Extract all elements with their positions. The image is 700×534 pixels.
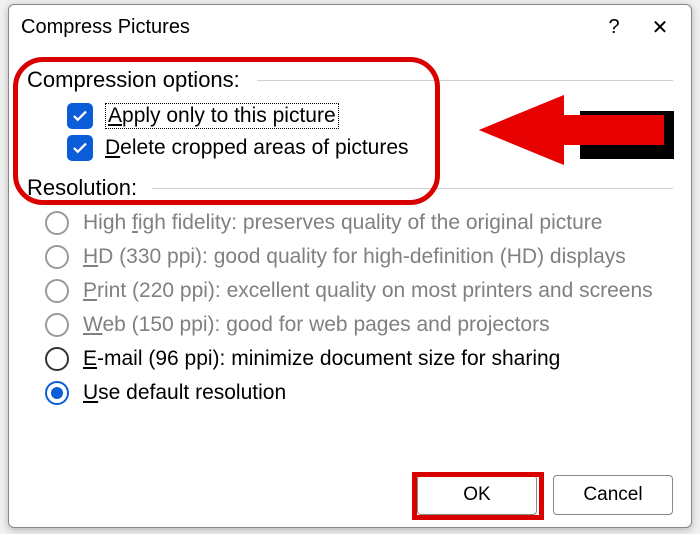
resolution-radio-4[interactable] [45, 347, 69, 371]
resolution-option-3: Web (150 ppi): good for web pages and pr… [45, 313, 673, 337]
resolution-option-4[interactable]: E-mail (96 ppi): minimize document size … [45, 347, 673, 371]
resolution-option-label: HD (330 ppi): good quality for high-defi… [83, 245, 626, 269]
checkmark-icon [71, 139, 89, 157]
apply-only-checkbox[interactable] [67, 103, 93, 129]
checkmark-icon [71, 107, 89, 125]
resolution-radio-0 [45, 211, 69, 235]
resolution-option-label: Use default resolution [83, 381, 286, 405]
resolution-option-0: High figh fidelity: preserves quality of… [45, 211, 673, 235]
delete-cropped-checkbox[interactable] [67, 135, 93, 161]
dialog-title: Compress Pictures [21, 16, 591, 39]
dialog-content: Compression options: Apply only to this … [9, 49, 691, 467]
resolution-option-5[interactable]: Use default resolution [45, 381, 673, 405]
delete-cropped-row[interactable]: Delete cropped areas of pictures [67, 135, 673, 161]
resolution-option-label: Print (220 ppi): excellent quality on mo… [83, 279, 653, 303]
resolution-option-label: Web (150 ppi): good for web pages and pr… [83, 313, 550, 337]
resolution-option-label: E-mail (96 ppi): minimize document size … [83, 347, 560, 371]
delete-cropped-label: Delete cropped areas of pictures [105, 136, 409, 160]
resolution-radio-5[interactable] [45, 381, 69, 405]
resolution-radio-3 [45, 313, 69, 337]
resolution-option-label: High figh fidelity: preserves quality of… [83, 211, 602, 235]
apply-only-row[interactable]: Apply only to this picture [67, 103, 673, 129]
resolution-radio-2 [45, 279, 69, 303]
resolution-option-2: Print (220 ppi): excellent quality on mo… [45, 279, 673, 303]
titlebar: Compress Pictures ? ✕ [9, 5, 691, 49]
cancel-button[interactable]: Cancel [553, 475, 673, 515]
compress-pictures-dialog: Compress Pictures ? ✕ Compression option… [8, 4, 692, 528]
ok-button[interactable]: OK [417, 475, 537, 515]
button-row: OK Cancel [9, 467, 691, 527]
resolution-label: Resolution: [27, 175, 673, 201]
resolution-option-1: HD (330 ppi): good quality for high-defi… [45, 245, 673, 269]
compression-options-label: Compression options: [27, 67, 673, 93]
resolution-group: Resolution: High figh fidelity: preserve… [27, 175, 673, 405]
close-button[interactable]: ✕ [637, 9, 683, 45]
help-button[interactable]: ? [591, 9, 637, 45]
resolution-radio-1 [45, 245, 69, 269]
apply-only-label: Apply only to this picture [105, 103, 339, 129]
